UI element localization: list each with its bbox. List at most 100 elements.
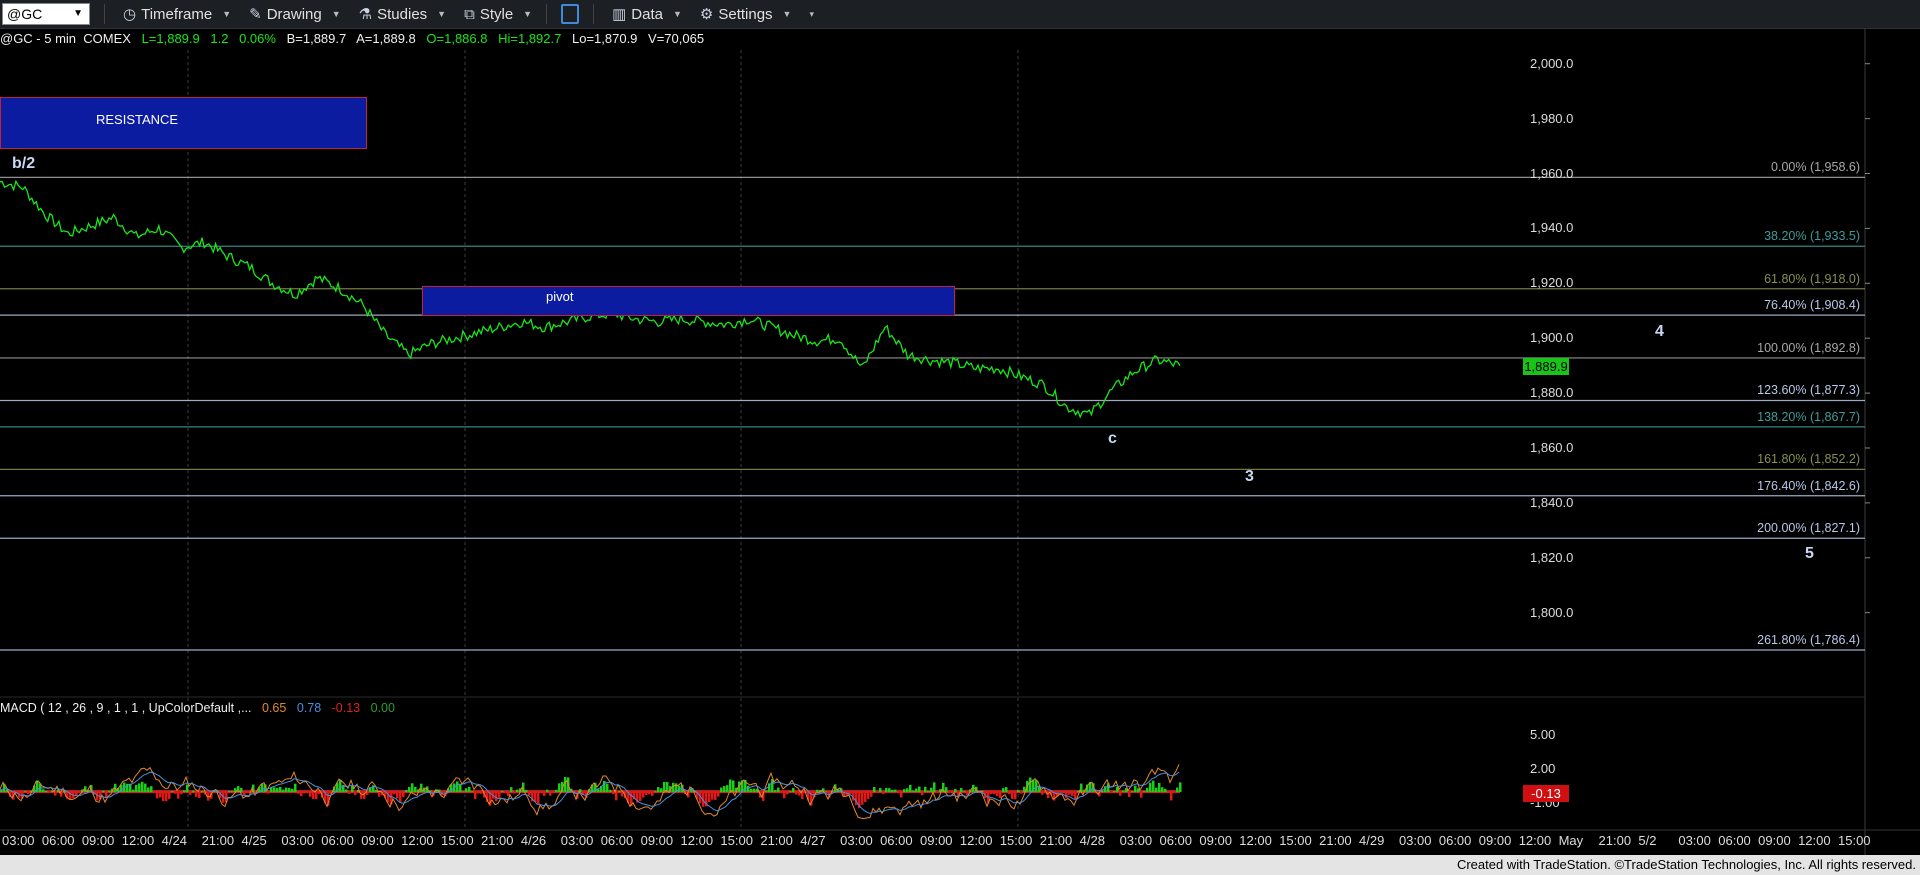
time-tick-label: 03:00 (560, 833, 594, 848)
macd-histogram-bar (12, 791, 15, 800)
macd-histogram-bar (948, 791, 951, 793)
macd-histogram-bar (939, 789, 942, 793)
time-tick-label: 06:00 (600, 833, 634, 848)
macd-histogram-bar (1158, 783, 1161, 793)
macd-histogram-bar (831, 790, 834, 793)
macd-histogram-bar (933, 782, 936, 793)
bar-chart-icon: ▥ (612, 6, 627, 23)
clock-icon: ◷ (123, 6, 137, 23)
macd-histogram-bar (1146, 787, 1149, 793)
macd-histogram-bar (696, 791, 699, 800)
macd-histogram-bar (492, 791, 495, 799)
macd-histogram-bar (1152, 780, 1155, 793)
macd-histogram-bar (798, 791, 801, 796)
macd-histogram-bar (300, 791, 303, 797)
time-tick-label: 06:00 (41, 833, 75, 848)
macd-histogram-bar (354, 791, 357, 796)
macd-histogram-bar (1179, 782, 1182, 793)
macd-histogram-bar (141, 781, 144, 793)
macd-histogram-bar (471, 791, 474, 793)
macd-histogram-bar (1122, 790, 1125, 793)
macd-histogram-bar (1014, 791, 1017, 800)
time-tick-label: 06:00 (1438, 833, 1472, 848)
macd-histogram-bar (591, 784, 594, 793)
toolbar-divider (593, 4, 595, 24)
macd-histogram-bar (936, 791, 939, 793)
macd-histogram-bar (795, 791, 798, 795)
toolbar: @GC ▼ ◷ Timeframe ▼ ✎ Drawing ▼ ⚗ Studie… (0, 0, 1920, 29)
macd-histogram-bar (1044, 791, 1047, 793)
macd-histogram-bar (1119, 791, 1122, 796)
macd-histogram-bar (600, 786, 603, 793)
macd-histogram-bar (285, 787, 288, 793)
data-button[interactable]: ▥ Data ▼ (612, 5, 682, 24)
macd-histogram-bar (1017, 790, 1020, 793)
macd-histogram-bar (168, 791, 171, 799)
macd-histogram-bar (624, 791, 627, 799)
macd-histogram-bar (525, 789, 528, 793)
macd-histogram-bar (327, 791, 330, 806)
macd-histogram-bar (1128, 791, 1131, 797)
chevron-down-icon: ▼ (782, 9, 792, 19)
macd-histogram-bar (117, 787, 120, 793)
macd-histogram-bar (240, 787, 243, 793)
instrument-label: @GC - 5 min COMEX (0, 31, 131, 46)
time-axis: 03:00 06:00 09:00 12:00 4/24 21:00 4/25 03:00 06… (0, 831, 1871, 851)
macd-histogram-bar (75, 791, 78, 796)
toolbar-overflow-button[interactable]: ▾ (809, 9, 814, 20)
studies-button[interactable]: ⚗ Studies ▼ (359, 5, 446, 24)
macd-histogram-bar (885, 787, 888, 793)
macd-histogram-bar (360, 791, 363, 799)
macd-histogram-bar (567, 777, 570, 793)
macd-histogram-bar (90, 785, 93, 793)
macd-histogram-bar (990, 791, 993, 795)
macd-histogram-bar (777, 787, 780, 793)
layout-icon[interactable] (561, 4, 580, 24)
macd-histogram-bar (537, 791, 540, 805)
macd-histogram-bar (324, 791, 327, 804)
macd-histogram-bar (729, 779, 732, 793)
macd-histogram-bar (960, 788, 963, 793)
macd-histogram-bar (402, 791, 405, 798)
macd-histogram-bar (177, 791, 180, 799)
macd-histogram-bar (138, 783, 141, 793)
macd-histogram-bar (789, 791, 792, 793)
macd-histogram-bar (102, 790, 105, 793)
price-tick-label: 1,860.0 (1530, 439, 1574, 455)
data-label: Data (631, 5, 663, 23)
macd-histogram-bar (153, 791, 156, 793)
macd-histogram-bar (432, 791, 435, 797)
time-tick-label: 09:00 (920, 833, 953, 848)
macd-histogram-bar (441, 791, 444, 796)
style-button[interactable]: ⧉ Style ▼ (464, 6, 532, 23)
time-tick-label: 15:00 (1279, 833, 1312, 848)
macd-histogram-bar (174, 791, 177, 794)
timeframe-button[interactable]: ◷ Timeframe ▼ (123, 5, 231, 24)
macd-histogram-bar (24, 791, 27, 793)
macd-histogram-bar (651, 791, 654, 796)
macd-histogram-bar (1035, 780, 1038, 793)
macd-histogram-bar (540, 791, 543, 793)
settings-label: Settings (718, 5, 773, 23)
macd-histogram-bar (255, 791, 258, 794)
macd-histogram-bar (351, 785, 354, 793)
fib-level-label: 176.40% (1,842.6) (1757, 478, 1860, 493)
macd-histogram-bar (510, 787, 513, 793)
macd-histogram-bar (996, 791, 999, 797)
macd-histogram-bar (498, 791, 501, 798)
macd-histogram-bar (381, 791, 384, 796)
macd-histogram-bar (579, 789, 582, 793)
macd-histogram-bar (588, 789, 591, 793)
macd-histogram-bar (30, 790, 33, 793)
macd-histogram-bar (435, 789, 438, 793)
symbol-input[interactable]: @GC ▼ (2, 3, 90, 25)
macd-histogram-bar (81, 789, 84, 793)
settings-button[interactable]: ⚙ Settings ▼ (700, 5, 792, 24)
chevron-down-icon[interactable]: ▼ (73, 4, 83, 24)
macd-histogram-bar (810, 791, 813, 806)
macd-histogram-bar (156, 791, 159, 799)
drawing-button[interactable]: ✎ Drawing ▼ (249, 5, 341, 24)
macd-histogram-bar (366, 791, 369, 795)
time-tick-label: 12:00 (680, 833, 714, 848)
macd-histogram-bar (318, 791, 321, 795)
